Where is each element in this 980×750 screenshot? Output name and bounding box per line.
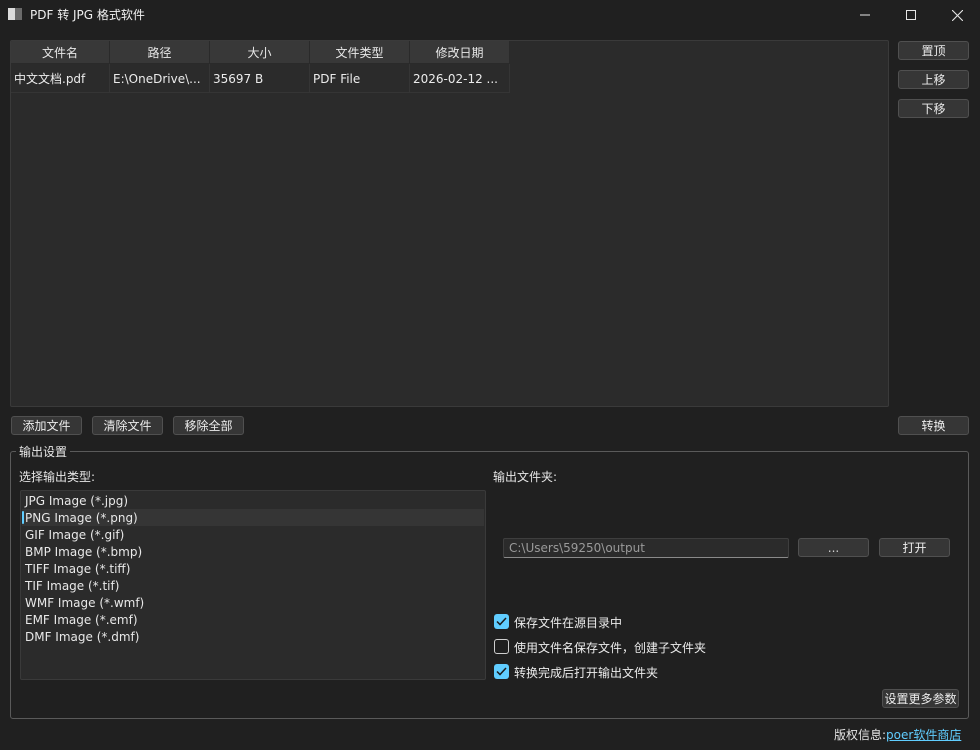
column-header-modified[interactable]: 修改日期 (410, 41, 510, 64)
minimize-button[interactable] (842, 0, 888, 30)
format-item-emf[interactable]: EMF Image (*.emf) (22, 611, 484, 628)
create-subfolder-checkbox[interactable] (494, 639, 509, 654)
cell-type: PDF File (310, 64, 410, 93)
move-up-button[interactable]: 上移 (898, 70, 969, 89)
convert-button[interactable]: 转换 (898, 416, 969, 435)
column-header-type[interactable]: 文件类型 (310, 41, 410, 64)
format-item-gif[interactable]: GIF Image (*.gif) (22, 526, 484, 543)
column-header-path[interactable]: 路径 (110, 41, 210, 64)
create-subfolder-label: 使用文件名保存文件，创建子文件夹 (514, 641, 707, 655)
add-file-button[interactable]: 添加文件 (11, 416, 82, 435)
app-icon (8, 8, 22, 20)
copyright-info: 版权信息:poer软件商店 (834, 726, 961, 743)
cell-path: E:\OneDrive\... (110, 64, 210, 93)
save-in-source-checkbox[interactable] (494, 614, 509, 629)
output-format-list[interactable]: JPG Image (*.jpg) PNG Image (*.png) GIF … (20, 490, 486, 680)
format-item-tif[interactable]: TIF Image (*.tif) (22, 577, 484, 594)
format-item-tiff[interactable]: TIFF Image (*.tiff) (22, 560, 484, 577)
format-item-png[interactable]: PNG Image (*.png) (22, 509, 484, 526)
move-down-button[interactable]: 下移 (898, 99, 969, 118)
remove-all-button[interactable]: 移除全部 (173, 416, 244, 435)
clear-files-button[interactable]: 清除文件 (92, 416, 163, 435)
table-row[interactable]: 中文文档.pdf E:\OneDrive\... 35697 B PDF Fil… (11, 64, 510, 93)
minimize-icon (860, 14, 870, 16)
open-after-convert-label: 转换完成后打开输出文件夹 (514, 666, 659, 680)
window-title: PDF 转 JPG 格式软件 (30, 8, 145, 22)
move-top-button[interactable]: 置顶 (898, 41, 969, 60)
save-in-source-label: 保存文件在源目录中 (514, 616, 623, 630)
format-item-jpg[interactable]: JPG Image (*.jpg) (22, 492, 484, 509)
title-bar (0, 0, 980, 30)
close-button[interactable] (934, 0, 980, 30)
file-table[interactable]: 文件名 路径 大小 文件类型 修改日期 中文文档.pdf E:\OneDrive… (10, 40, 889, 407)
maximize-icon (906, 10, 916, 20)
cell-modified: 2026-02-12 ... (410, 64, 510, 93)
output-folder-label: 输出文件夹: (493, 470, 558, 484)
output-type-label: 选择输出类型: (19, 470, 96, 484)
close-icon (951, 9, 963, 21)
open-after-convert-checkbox[interactable] (494, 664, 509, 679)
column-header-filename[interactable]: 文件名 (11, 41, 110, 64)
shop-link[interactable]: poer软件商店 (886, 728, 961, 742)
checkmark-icon (496, 667, 507, 676)
output-settings-title: 输出设置 (16, 443, 71, 460)
copyright-label: 版权信息: (834, 728, 887, 742)
maximize-button[interactable] (888, 0, 934, 30)
output-path-field[interactable]: C:\Users\59250\output (503, 538, 789, 558)
cell-size: 35697 B (210, 64, 310, 93)
browse-folder-button[interactable]: ... (798, 538, 869, 557)
column-header-size[interactable]: 大小 (210, 41, 310, 64)
format-item-dmf[interactable]: DMF Image (*.dmf) (22, 628, 484, 645)
open-folder-button[interactable]: 打开 (879, 538, 950, 557)
more-settings-button[interactable]: 设置更多参数 (882, 689, 959, 708)
checkmark-icon (496, 617, 507, 626)
format-item-bmp[interactable]: BMP Image (*.bmp) (22, 543, 484, 560)
table-header: 文件名 路径 大小 文件类型 修改日期 (11, 41, 510, 64)
format-item-wmf[interactable]: WMF Image (*.wmf) (22, 594, 484, 611)
cell-filename: 中文文档.pdf (11, 64, 110, 93)
